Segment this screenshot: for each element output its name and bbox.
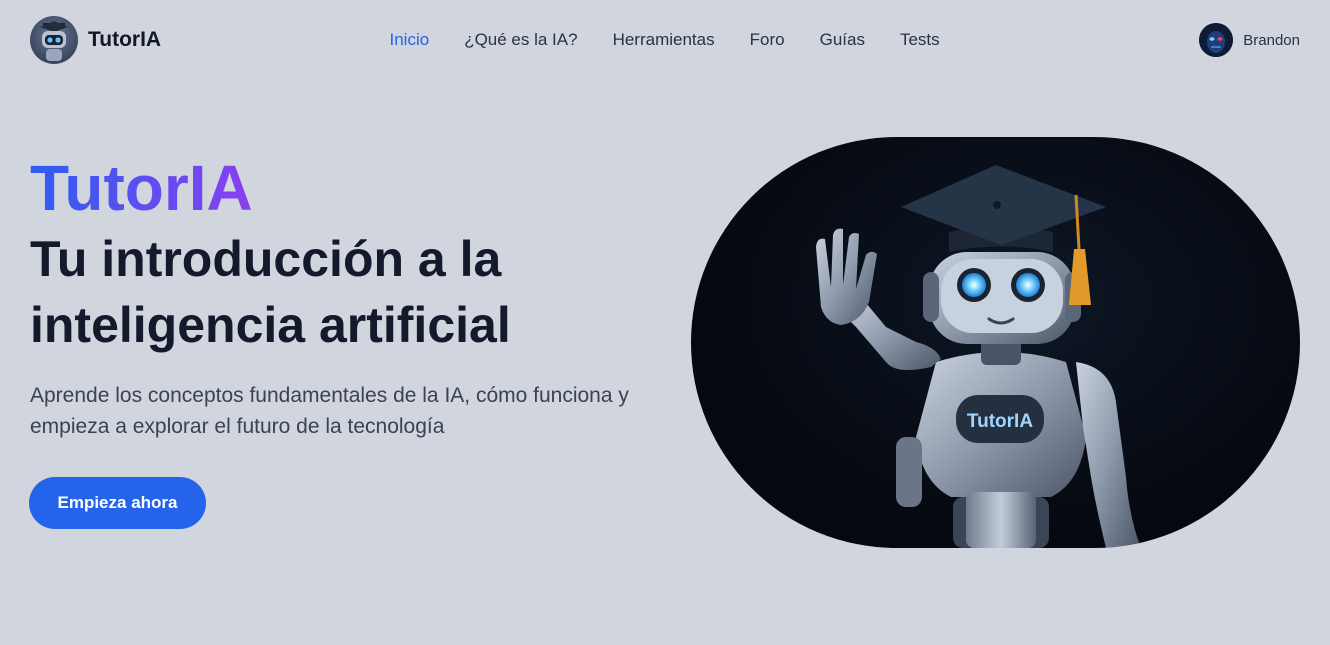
robot-logo-icon	[30, 16, 78, 64]
start-now-button[interactable]: Empieza ahora	[29, 477, 206, 529]
nav-item-foro[interactable]: Foro	[750, 30, 785, 50]
top-header: TutorIA Inicio ¿Qué es la IA? Herramient…	[0, 0, 1330, 80]
hero-robot-image: TutorIA	[691, 137, 1300, 548]
logo-link[interactable]: TutorIA	[30, 16, 161, 64]
user-name: Brandon	[1243, 31, 1300, 49]
nav-item-inicio[interactable]: Inicio	[390, 30, 430, 50]
user-avatar-icon	[1199, 23, 1234, 57]
user-menu[interactable]: Brandon	[1199, 22, 1300, 58]
nav-item-que-es-ia[interactable]: ¿Qué es la IA?	[464, 30, 577, 50]
hero-brand-title: TutorIA	[30, 152, 253, 224]
robot-chest-label: TutorIA	[967, 411, 1033, 432]
main-nav: Inicio ¿Qué es la IA? Herramientas Foro …	[372, 28, 957, 52]
nav-item-herramientas[interactable]: Herramientas	[613, 30, 715, 50]
brand-name: TutorIA	[88, 28, 162, 51]
nav-item-guias[interactable]: Guías	[820, 30, 865, 50]
hero-headline: Tu introducción a la inteligencia artifi…	[30, 231, 511, 353]
nav-item-tests[interactable]: Tests	[900, 30, 940, 50]
hero-subtitle: Aprende los conceptos fundamentales de l…	[30, 384, 629, 438]
